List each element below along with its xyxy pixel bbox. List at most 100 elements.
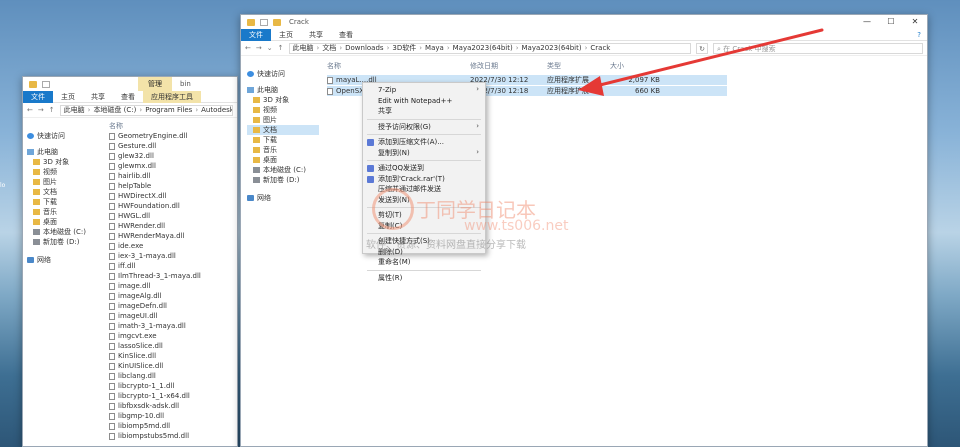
column-header-size[interactable]: 大小 <box>610 61 660 71</box>
context-menu-item[interactable]: 发送到(N) <box>363 195 485 206</box>
list-item[interactable]: helpTable <box>109 181 237 191</box>
context-menu-item[interactable]: 属性(R) <box>363 273 485 284</box>
list-item[interactable]: KinSlice.dll <box>109 351 237 361</box>
column-header-date[interactable]: 修改日期 <box>470 61 544 71</box>
right-address-bar[interactable]: 此电脑 › 文档 › Downloads › 3D软件 › Maya › Maya2023(64bi… <box>288 42 691 54</box>
nav-item[interactable]: 文档 <box>247 125 319 135</box>
nav-item[interactable]: 网络 <box>247 193 319 203</box>
breadcrumb-item[interactable]: Maya2023(64bit) <box>522 44 582 52</box>
up-arrow-icon[interactable]: ↑ <box>49 106 55 114</box>
context-menu-item[interactable]: 添加到压缩文件(A)... <box>363 137 485 148</box>
list-item[interactable]: libgmp-10.dll <box>109 411 237 421</box>
right-tab-share[interactable]: 共享 <box>301 29 331 41</box>
column-header-name[interactable]: 名称 <box>109 121 237 131</box>
nav-item[interactable]: 新加卷 (D:) <box>27 237 101 247</box>
list-item[interactable]: imath-3_1-maya.dll <box>109 321 237 331</box>
forward-arrow-icon[interactable]: → <box>256 44 262 52</box>
list-item[interactable]: lassoSlice.dll <box>109 341 237 351</box>
back-arrow-icon[interactable]: ← <box>27 106 33 114</box>
left-tab-file[interactable]: 文件 <box>23 90 53 103</box>
context-menu-item[interactable]: 删除(D) <box>363 247 485 258</box>
back-arrow-icon[interactable]: ← <box>245 44 251 52</box>
context-menu-item[interactable]: 压缩并通过邮件发送 <box>363 184 485 195</box>
new-folder-icon[interactable] <box>273 18 281 26</box>
nav-item[interactable]: 视频 <box>247 105 319 115</box>
list-item[interactable]: iex-3_1-maya.dll <box>109 251 237 261</box>
right-tab-view[interactable]: 查看 <box>331 29 361 41</box>
list-item[interactable]: libfbxsdk-adsk.dll <box>109 401 237 411</box>
nav-item[interactable]: 视频 <box>27 167 101 177</box>
list-item[interactable]: imgcvt.exe <box>109 331 237 341</box>
up-arrow-icon[interactable]: ↑ <box>278 44 284 52</box>
list-item[interactable]: iff.dll <box>109 261 237 271</box>
list-item[interactable]: HWDirectX.dll <box>109 191 237 201</box>
list-item[interactable]: image.dll <box>109 281 237 291</box>
left-address-bar[interactable]: 此电脑› 本地磁盘 (C:)› Program Files› Autodesk› <box>59 104 233 116</box>
list-item[interactable]: imageAlg.dll <box>109 291 237 301</box>
context-menu-item[interactable]: 复制到(N) › <box>363 148 485 159</box>
list-item[interactable]: libiomp5md.dll <box>109 421 237 431</box>
context-menu-item[interactable]: 重命名(M) <box>363 257 485 268</box>
nav-item[interactable]: 此电脑 <box>27 147 101 157</box>
nav-item[interactable]: 下载 <box>247 135 319 145</box>
minimize-icon[interactable]: — <box>855 15 879 29</box>
list-item[interactable]: imageDefn.dll <box>109 301 237 311</box>
quick-access-toolbar-icon[interactable] <box>260 18 268 26</box>
list-item[interactable]: HWFoundation.dll <box>109 201 237 211</box>
nav-item[interactable]: 音乐 <box>247 145 319 155</box>
left-tab-home[interactable]: 主页 <box>53 91 83 103</box>
left-tab-app-tools[interactable]: 应用程序工具 <box>143 90 201 103</box>
left-tab-view[interactable]: 查看 <box>113 91 143 103</box>
list-item[interactable]: glewmx.dll <box>109 161 237 171</box>
list-item[interactable]: GeometryEngine.dll <box>109 131 237 141</box>
forward-arrow-icon[interactable]: → <box>38 106 44 114</box>
nav-item[interactable]: 音乐 <box>27 207 101 217</box>
list-item[interactable]: glew32.dll <box>109 151 237 161</box>
context-menu-item[interactable]: 通过QQ发送到 <box>363 163 485 174</box>
list-item[interactable]: libclang.dll <box>109 371 237 381</box>
list-item[interactable]: HWRenderMaya.dll <box>109 231 237 241</box>
breadcrumb-item[interactable]: 此电脑 <box>64 106 85 115</box>
list-item[interactable]: libiompstubs5md.dll <box>109 431 237 441</box>
refresh-icon[interactable]: ↻ <box>696 42 708 54</box>
nav-item[interactable]: 网络 <box>27 255 101 265</box>
left-context-tab[interactable]: 管理 <box>138 77 172 91</box>
nav-item[interactable]: 图片 <box>247 115 319 125</box>
nav-item[interactable]: 快速访问 <box>27 131 101 141</box>
breadcrumb-item[interactable]: 文档 <box>322 44 336 53</box>
list-item[interactable]: KinUISlice.dll <box>109 361 237 371</box>
list-item[interactable]: IlmThread-3_1-maya.dll <box>109 271 237 281</box>
right-tab-home[interactable]: 主页 <box>271 29 301 41</box>
context-menu-item[interactable]: 授予访问权限(G) › <box>363 122 485 133</box>
context-menu-item[interactable]: Edit with Notepad++ <box>363 96 485 107</box>
context-menu-item[interactable]: 添加到'Crack.rar'(T) <box>363 174 485 185</box>
search-input[interactable]: ⌕ 在 Crack 中搜索 <box>713 42 923 54</box>
right-tab-file[interactable]: 文件 <box>241 28 271 41</box>
breadcrumb-item[interactable]: Maya2023(64bit) <box>453 44 513 52</box>
list-item[interactable]: libcrypto-1_1-x64.dll <box>109 391 237 401</box>
list-item[interactable]: Gesture.dll <box>109 141 237 151</box>
nav-item[interactable]: 3D 对象 <box>27 157 101 167</box>
column-header-type[interactable]: 类型 <box>547 61 607 71</box>
list-item[interactable]: HWGL.dll <box>109 211 237 221</box>
close-icon[interactable]: ✕ <box>903 15 927 29</box>
breadcrumb-item[interactable]: 3D软件 <box>392 44 416 53</box>
nav-item[interactable]: 图片 <box>27 177 101 187</box>
nav-item[interactable]: 文档 <box>27 187 101 197</box>
context-menu-item[interactable]: 创建快捷方式(S) <box>363 236 485 247</box>
maximize-icon[interactable]: ☐ <box>879 15 903 29</box>
breadcrumb-item[interactable]: Autodesk <box>201 106 232 114</box>
context-menu-item[interactable]: 7-Zip › <box>363 85 485 96</box>
nav-item[interactable]: 本地磁盘 (C:) <box>247 165 319 175</box>
quick-access-toolbar-icon[interactable] <box>42 80 50 88</box>
recent-dropdown-icon[interactable]: ⌄ <box>267 44 273 52</box>
context-menu-item[interactable]: 共享 <box>363 106 485 117</box>
list-item[interactable]: imageUI.dll <box>109 311 237 321</box>
list-item[interactable]: ide.exe <box>109 241 237 251</box>
breadcrumb-item[interactable]: Program Files <box>145 106 192 114</box>
breadcrumb-item[interactable]: Downloads <box>345 44 383 52</box>
context-menu-item[interactable]: 剪切(T) <box>363 210 485 221</box>
help-icon[interactable]: ? <box>917 31 921 39</box>
left-tab-share[interactable]: 共享 <box>83 91 113 103</box>
nav-item[interactable]: 快速访问 <box>247 69 319 79</box>
